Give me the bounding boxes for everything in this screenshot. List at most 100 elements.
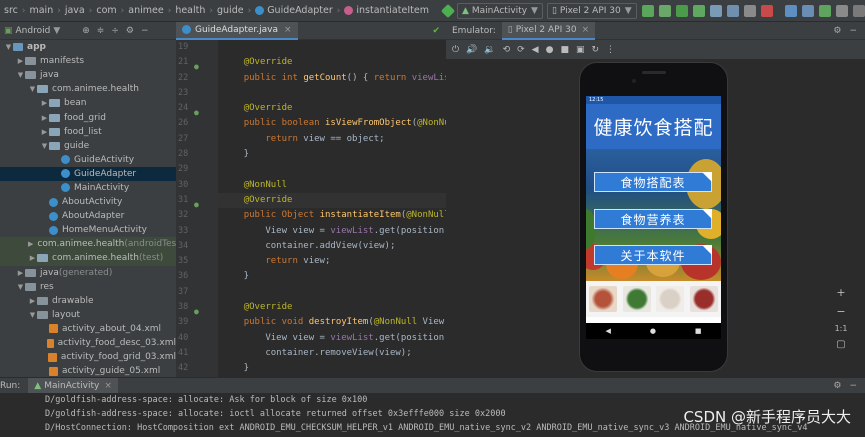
tree-item[interactable]: ▶ com.animee.health (androidTest) xyxy=(0,237,176,252)
overview-icon[interactable]: ■ xyxy=(695,327,702,335)
expand-arrow-icon[interactable]: ▼ xyxy=(16,71,25,79)
tree-item[interactable]: ▶ bean xyxy=(0,96,176,110)
tree-item[interactable]: ▶ java (generated) xyxy=(0,266,176,280)
tree-item[interactable]: GuideActivity xyxy=(0,153,176,167)
tree-item[interactable]: activity_food_grid_03.xml xyxy=(0,350,176,364)
snapshot-icon[interactable]: ↻ xyxy=(591,45,599,55)
food-pairing-button[interactable]: 食物搭配表 xyxy=(594,172,712,192)
food-thumbnail[interactable] xyxy=(622,286,651,312)
tree-item[interactable]: activity_food_desc_03.xml xyxy=(0,336,176,350)
tree-item[interactable]: ▼ layout xyxy=(0,308,176,322)
screenshot-icon[interactable]: ▣ xyxy=(576,45,585,55)
tree-item[interactable]: ▼ res xyxy=(0,280,176,294)
tree-item[interactable]: ▶ food_grid xyxy=(0,110,176,124)
expand-arrow-icon[interactable]: ▶ xyxy=(28,240,33,248)
expand-arrow-icon[interactable]: ▶ xyxy=(40,128,49,136)
locate-icon[interactable]: ⊕ xyxy=(82,26,90,36)
phone-screen[interactable]: 12:15 健康饮食搭配 食物搭配表 食物营养表 关于本软件 xyxy=(586,96,721,323)
stop-icon[interactable] xyxy=(760,4,773,17)
apply-code-changes-icon[interactable] xyxy=(675,4,688,17)
volume-down-icon[interactable]: 🔉 xyxy=(484,45,495,55)
chevron-down-icon[interactable]: ▼ xyxy=(53,26,60,36)
expand-arrow-icon[interactable]: ▼ xyxy=(28,85,37,93)
expand-arrow-icon[interactable]: ▼ xyxy=(28,311,37,319)
tree-item[interactable]: ▼ java xyxy=(0,68,176,82)
expand-arrow-icon[interactable]: ▶ xyxy=(40,114,49,122)
expand-arrow-icon[interactable]: ▶ xyxy=(40,99,49,107)
expand-arrow-icon[interactable]: ▼ xyxy=(4,43,13,51)
expand-arrow-icon[interactable]: ▶ xyxy=(16,269,25,277)
tree-item[interactable]: ▶ com.animee.health (test) xyxy=(0,251,176,266)
more-icon[interactable]: ⋮ xyxy=(606,45,615,55)
about-app-button[interactable]: 关于本软件 xyxy=(594,245,712,265)
overview-icon[interactable]: ■ xyxy=(560,45,569,55)
power-icon[interactable]: ⏻ xyxy=(452,45,459,55)
apply-changes-icon[interactable] xyxy=(658,4,671,17)
project-view-select[interactable]: Android xyxy=(16,26,51,36)
debug-icon[interactable] xyxy=(692,4,705,17)
breadcrumb-item[interactable]: guide xyxy=(217,5,244,16)
food-thumbnail[interactable] xyxy=(656,286,685,312)
expand-arrow-icon[interactable]: ▶ xyxy=(28,297,37,305)
tree-item[interactable]: activity_about_04.xml xyxy=(0,322,176,336)
zoom-in-button[interactable]: + xyxy=(836,286,845,299)
breadcrumb-item[interactable]: main xyxy=(29,5,53,16)
food-nutrition-button[interactable]: 食物营养表 xyxy=(594,209,712,229)
back-icon[interactable]: ◀ xyxy=(532,45,539,55)
tree-item[interactable]: ▼ app xyxy=(0,40,176,54)
food-thumbnail[interactable] xyxy=(690,286,719,312)
sync-gradle-icon[interactable] xyxy=(784,4,797,17)
breadcrumb-item[interactable]: src xyxy=(4,5,18,16)
tree-item[interactable]: AboutAdapter xyxy=(0,209,176,223)
attach-debugger-icon[interactable] xyxy=(743,4,756,17)
tree-item[interactable]: MainActivity xyxy=(0,181,176,195)
tree-item[interactable]: HomeMenuActivity xyxy=(0,223,176,237)
gear-icon[interactable]: ⚙ xyxy=(126,26,134,36)
minimize-icon[interactable]: − xyxy=(141,26,149,36)
tree-item[interactable]: ▼ com.animee.health xyxy=(0,82,176,96)
tree-item[interactable]: ▼ guide xyxy=(0,139,176,153)
breadcrumb-item[interactable]: java xyxy=(65,5,85,16)
zoom-out-button[interactable]: − xyxy=(836,305,845,318)
profile-icon[interactable] xyxy=(726,4,739,17)
expand-arrow-icon[interactable]: ▶ xyxy=(16,57,25,65)
gear-icon[interactable]: ⚙ xyxy=(833,26,841,36)
breadcrumb-item[interactable]: GuideAdapter xyxy=(267,5,333,16)
rotate-right-icon[interactable]: ⟳ xyxy=(517,45,525,55)
back-icon[interactable]: ◀ xyxy=(605,327,610,335)
tree-item[interactable]: ▶ food_list xyxy=(0,125,176,139)
expand-arrow-icon[interactable]: ▶ xyxy=(28,254,37,262)
food-thumbnail[interactable] xyxy=(588,286,617,312)
zoom-ratio-button[interactable]: 1:1 xyxy=(835,324,848,333)
tab-run-mainactivity[interactable]: ▲ MainActivity × xyxy=(28,377,118,394)
rerun-icon[interactable] xyxy=(641,4,654,17)
tree-item[interactable]: ▶ manifests xyxy=(0,54,176,68)
close-icon[interactable]: × xyxy=(104,381,112,391)
close-icon[interactable]: × xyxy=(284,25,292,35)
tree-item[interactable]: activity_guide_05.xml xyxy=(0,364,176,377)
breadcrumb-item[interactable]: instantiateItem xyxy=(356,5,429,16)
fit-screen-icon[interactable]: ▢ xyxy=(836,339,845,350)
breadcrumb-item[interactable]: health xyxy=(175,5,205,16)
minimize-icon[interactable]: − xyxy=(849,381,857,391)
close-icon[interactable]: × xyxy=(582,25,590,35)
gear-icon[interactable]: ⚙ xyxy=(833,381,841,391)
run-config-select[interactable]: ▲ MainActivity ▼ xyxy=(456,2,543,19)
expand-all-icon[interactable]: ÷ xyxy=(111,26,119,36)
rotate-left-icon[interactable]: ⟲ xyxy=(503,45,511,55)
code-editor[interactable]: @Override public int getCount() { return… xyxy=(218,40,446,377)
volume-up-icon[interactable]: 🔊 xyxy=(466,45,477,55)
tree-item[interactable]: AboutActivity xyxy=(0,195,176,209)
expand-arrow-icon[interactable]: ▼ xyxy=(40,142,49,150)
search-icon[interactable] xyxy=(852,4,865,17)
breadcrumb-item[interactable]: com xyxy=(96,5,116,16)
minimize-icon[interactable]: − xyxy=(849,26,857,36)
tab-emulator-device[interactable]: ▯ Pixel 2 API 30 × xyxy=(501,21,596,40)
home-icon[interactable]: ● xyxy=(650,327,656,335)
layout-inspector-icon[interactable] xyxy=(835,4,848,17)
expand-arrow-icon[interactable]: ▼ xyxy=(16,283,25,291)
device-select[interactable]: ▯ Pixel 2 API 30 ▼ xyxy=(546,2,637,19)
tree-item[interactable]: ▶ drawable xyxy=(0,294,176,308)
sdk-manager-icon[interactable] xyxy=(818,4,831,17)
avd-manager-icon[interactable] xyxy=(801,4,814,17)
